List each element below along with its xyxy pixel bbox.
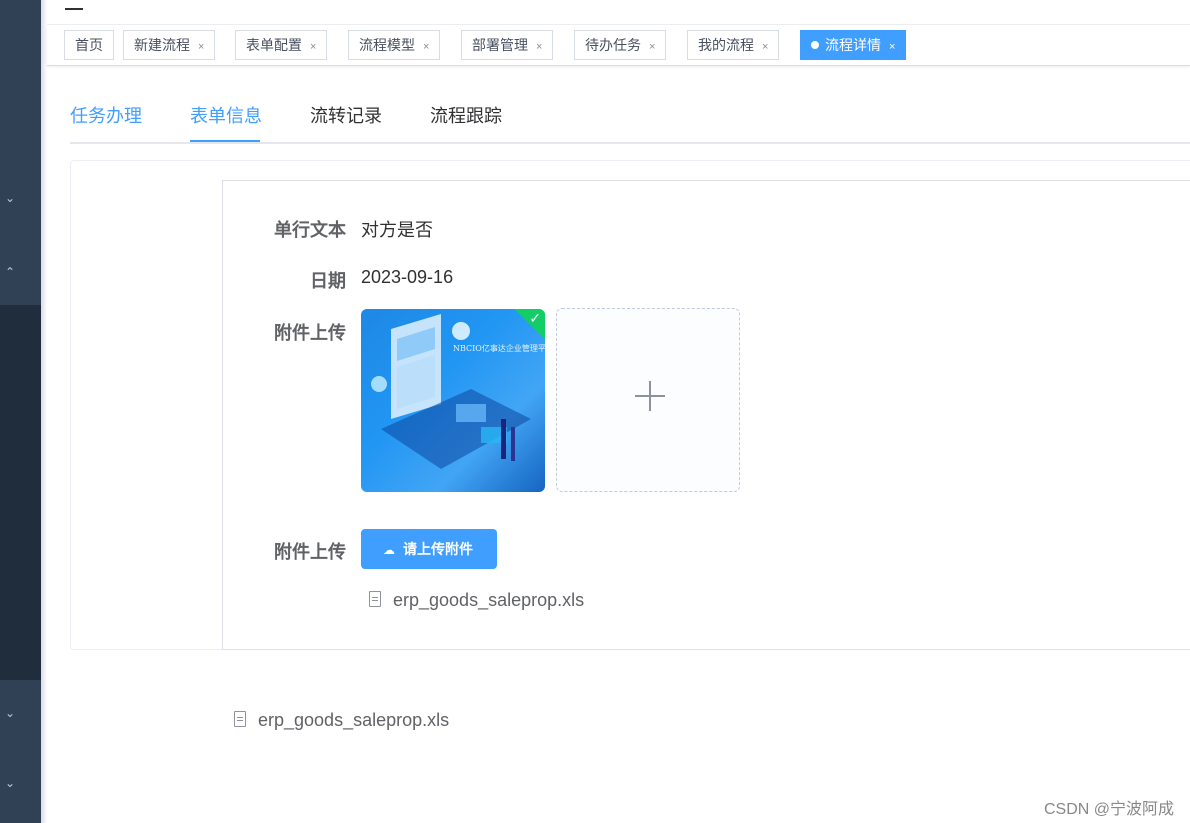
document-icon bbox=[369, 591, 381, 607]
tag-deploy-manage[interactable]: 部署管理 × bbox=[461, 30, 554, 61]
upload-button-label: 请上传附件 bbox=[403, 541, 473, 557]
close-icon[interactable]: × bbox=[310, 33, 316, 61]
tag-label: 流程模型 bbox=[359, 37, 415, 53]
tag-label: 首页 bbox=[75, 37, 103, 53]
tag-label: 新建流程 bbox=[134, 37, 190, 53]
sidebar-shadow bbox=[41, 0, 47, 823]
close-icon[interactable]: × bbox=[649, 33, 655, 61]
tag-new-process[interactable]: 新建流程 × bbox=[123, 30, 216, 61]
tag-process-detail[interactable]: 流程详情 × bbox=[800, 30, 907, 61]
file-name: erp_goods_saleprop.xls bbox=[393, 590, 585, 610]
tab-form-info[interactable]: 表单信息 bbox=[190, 96, 262, 142]
tag-label: 流程详情 bbox=[825, 37, 881, 53]
navbar bbox=[47, 0, 1190, 25]
tag-label: 我的流程 bbox=[698, 37, 754, 53]
add-image-button[interactable] bbox=[556, 308, 740, 492]
plus-icon bbox=[649, 381, 651, 411]
tag-label: 待办任务 bbox=[585, 37, 641, 53]
watermark: CSDN @宁波阿成 bbox=[1043, 801, 1174, 818]
tag-todo-tasks[interactable]: 待办任务 × bbox=[574, 30, 667, 61]
illustration-image bbox=[371, 314, 531, 469]
chevron-down-icon[interactable]: ⌄ bbox=[0, 773, 20, 793]
text-field-value: 对方是否 bbox=[361, 220, 433, 240]
sidebar-submenu bbox=[0, 305, 41, 680]
tag-my-process[interactable]: 我的流程 × bbox=[687, 30, 780, 61]
close-icon[interactable]: × bbox=[762, 33, 768, 61]
chevron-up-icon[interactable]: ⌃ bbox=[0, 262, 20, 282]
hamburger-icon[interactable] bbox=[65, 0, 83, 10]
tab-process-track[interactable]: 流程跟踪 bbox=[430, 96, 502, 142]
tag-home[interactable]: 首页 bbox=[64, 30, 114, 60]
chevron-down-icon[interactable]: ⌄ bbox=[0, 188, 20, 208]
uploaded-image-thumbnail[interactable]: NBCIO亿事达企业管理平台 ✓ bbox=[361, 309, 545, 492]
image-upload-label: 附件上传 bbox=[274, 323, 346, 343]
image-overlay-text: NBCIO亿事达企业管理平台 bbox=[453, 344, 545, 353]
tags-view: 首页 新建流程 × 表单配置 × 流程模型 × 部署管理 × 待办任务 × 我的流程 × 流… bbox=[47, 25, 1190, 66]
upload-attachment-button[interactable]: ☁ 请上传附件 bbox=[361, 529, 497, 569]
active-dot-icon bbox=[811, 41, 819, 49]
document-icon bbox=[234, 711, 246, 727]
close-icon[interactable]: × bbox=[536, 33, 542, 61]
chevron-down-icon[interactable]: ⌄ bbox=[0, 703, 20, 723]
text-field-label: 单行文本 bbox=[274, 220, 346, 240]
check-icon: ✓ bbox=[529, 310, 541, 326]
bottom-file-item[interactable]: erp_goods_saleprop.xls bbox=[234, 710, 449, 731]
date-field-label: 日期 bbox=[310, 271, 346, 291]
detail-tabs: 任务办理 表单信息 流转记录 流程跟踪 bbox=[70, 96, 1190, 144]
file-name: erp_goods_saleprop.xls bbox=[258, 710, 450, 730]
date-field-value: 2023-09-16 bbox=[361, 267, 454, 287]
cloud-upload-icon: ☁ bbox=[383, 543, 395, 557]
tag-form-config[interactable]: 表单配置 × bbox=[235, 30, 328, 61]
tag-label: 表单配置 bbox=[246, 37, 302, 53]
tab-flow-record[interactable]: 流转记录 bbox=[310, 96, 382, 142]
sidebar: ⌄ ⌃ ⌄ ⌄ bbox=[0, 0, 41, 823]
file-upload-label: 附件上传 bbox=[274, 542, 346, 562]
close-icon[interactable]: × bbox=[198, 33, 204, 61]
tab-task-handle[interactable]: 任务办理 bbox=[70, 96, 142, 142]
uploaded-file-item[interactable]: erp_goods_saleprop.xls bbox=[369, 590, 584, 611]
tag-process-model[interactable]: 流程模型 × bbox=[348, 30, 441, 61]
tag-label: 部署管理 bbox=[472, 37, 528, 53]
close-icon[interactable]: × bbox=[889, 33, 895, 61]
close-icon[interactable]: × bbox=[423, 33, 429, 61]
tab-active-bar bbox=[190, 140, 260, 142]
